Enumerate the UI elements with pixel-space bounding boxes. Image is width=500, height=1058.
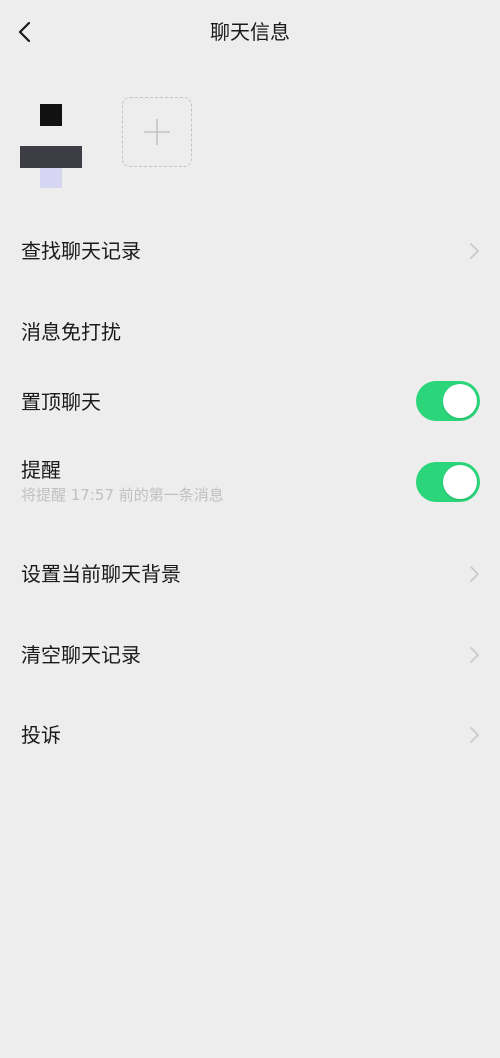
report-label: 投诉 [21, 723, 61, 747]
chevron-right-icon [470, 566, 479, 582]
clear-chat-history-label: 清空聊天记录 [21, 643, 141, 667]
toggle-knob [443, 465, 477, 499]
top-bar: 聊天信息 [0, 0, 500, 64]
do-not-disturb-item[interactable]: 消息免打扰 [0, 303, 500, 361]
chevron-right-icon [470, 243, 479, 259]
page-title: 聊天信息 [210, 20, 290, 44]
member-avatar[interactable] [20, 102, 86, 194]
chevron-right-icon [470, 647, 479, 663]
chevron-right-icon [470, 727, 479, 743]
set-chat-background-item[interactable]: 设置当前聊天背景 [0, 545, 500, 603]
report-item[interactable]: 投诉 [0, 706, 500, 764]
set-chat-background-label: 设置当前聊天背景 [21, 562, 181, 586]
avatar-image [20, 104, 82, 188]
reminder-toggle[interactable] [416, 462, 480, 502]
search-chat-history-item[interactable]: 查找聊天记录 [0, 222, 500, 280]
do-not-disturb-label: 消息免打扰 [21, 320, 121, 344]
plus-icon [144, 119, 170, 145]
toggle-knob [443, 384, 477, 418]
clear-chat-history-item[interactable]: 清空聊天记录 [0, 626, 500, 684]
add-member-button[interactable] [122, 97, 192, 167]
search-chat-history-label: 查找聊天记录 [21, 239, 141, 263]
pin-chat-toggle[interactable] [416, 381, 480, 421]
